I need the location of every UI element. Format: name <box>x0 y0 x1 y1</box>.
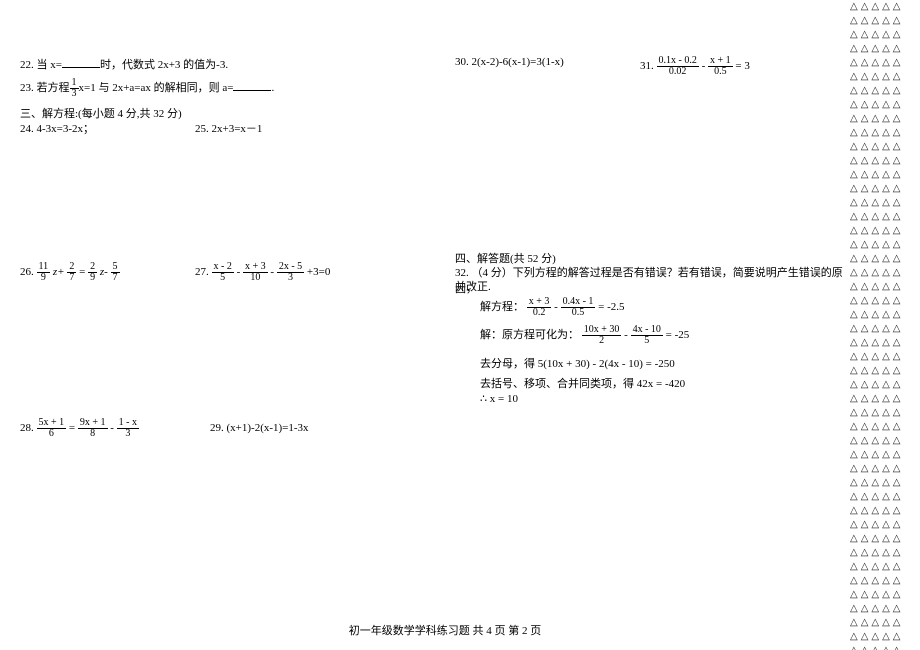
side-triangle-marks: △△△△△△△△△△△△△△△△△△△△△△△△△△△△△△△△△△△△△△△△… <box>850 0 920 650</box>
q28-f1: 5x + 16 <box>37 418 67 439</box>
q22-prefix: 22. 当 x= <box>20 59 62 71</box>
q26-f2: 27 <box>67 262 76 283</box>
q28-f2: 9x + 18 <box>78 418 108 439</box>
q27-f3: 2x - 53 <box>277 262 304 283</box>
q24: 24. 4-3x=3-2x； <box>20 120 94 136</box>
q27: 27. x - 25 - x + 310 - 2x - 53 +3=0 <box>195 262 330 283</box>
q31-f2: x + 10.5 <box>708 56 733 77</box>
q26-z2: z- <box>100 266 108 278</box>
q26-f1: 119 <box>37 262 51 283</box>
q29: 29. (x+1)-2(x-1)=1-3x <box>210 422 309 434</box>
q32-header2: 并改正. <box>455 278 491 294</box>
q22-blank <box>62 57 100 68</box>
q23-prefix: 23. 若方程 <box>20 82 70 94</box>
q27-f2: x + 310 <box>243 262 268 283</box>
q22: 22. 当 x= 时，代数式 2x+3 的值为-3. <box>20 56 228 72</box>
q27-end: +3=0 <box>307 266 330 278</box>
q32-l2-end: = -25 <box>666 329 690 341</box>
q23-blank <box>233 80 271 91</box>
q26-f3: 29 <box>88 262 97 283</box>
q32-line5: ∴ x = 10 <box>480 392 518 405</box>
q32-l1-pre: 解方程： <box>480 301 524 313</box>
q32-l2-pre: 解：原方程可化为： <box>480 329 579 341</box>
q32-l1-f1: x + 30.2 <box>527 297 552 318</box>
q28-eq: = <box>69 422 75 434</box>
q25: 25. 2x+3=x－1 <box>195 120 262 136</box>
q31: 31. 0.1x - 0.20.02 - x + 10.5 = 3 <box>640 56 750 77</box>
q31-m: - <box>702 60 706 72</box>
q32-l1-end: = -2.5 <box>598 301 624 313</box>
q32-header: 32. （4 分）下列方程的解答过程是否有错误？若有错误，简要说明产生错误的原因… <box>455 264 850 296</box>
q32-line3: 去分母，得 5(10x + 30) - 2(4x - 10) = -250 <box>480 355 675 371</box>
q26-z: z+ <box>53 266 65 278</box>
q28: 28. 5x + 16 = 9x + 18 - 1 - x3 <box>20 418 139 439</box>
q23-mid: x=1 与 2x+a=ax 的解相同，则 a= <box>79 82 234 94</box>
q31-end: = 3 <box>735 60 749 72</box>
q27-m2: - <box>270 266 274 278</box>
q31-no: 31. <box>640 60 654 72</box>
q30: 30. 2(x-2)-6(x-1)=3(1-x) <box>455 56 564 68</box>
q28-no: 28. <box>20 422 34 434</box>
q27-f1: x - 25 <box>212 262 234 283</box>
q22-suffix: 时，代数式 2x+3 的值为-3. <box>100 59 228 71</box>
q31-f1: 0.1x - 0.20.02 <box>657 56 699 77</box>
q32-l2-f2: 4x - 105 <box>631 325 663 346</box>
q28-f3: 1 - x3 <box>117 418 139 439</box>
q27-m1: - <box>237 266 241 278</box>
q32-l1-f2: 0.4x - 10.5 <box>561 297 596 318</box>
q26-no: 26. <box>20 266 34 278</box>
q26: 26. 119 z+ 27 = 29 z- 57 <box>20 262 120 283</box>
q32-line1: 解方程： x + 30.2 - 0.4x - 10.5 = -2.5 <box>480 297 625 318</box>
q27-no: 27. <box>195 266 209 278</box>
page-footer: 初一年级数学学科练习题 共 4 页 第 2 页 <box>20 622 870 638</box>
section3-header: 三、解方程:(每小题 4 分,共 32 分) <box>20 105 182 121</box>
q28-m: - <box>110 422 114 434</box>
q23-end: . <box>271 82 274 94</box>
q32-line4: 去括号、移项、合并同类项，得 42x = -420 <box>480 375 685 391</box>
q26-eq: = <box>79 266 85 278</box>
q32-l2-f1: 10x + 302 <box>582 325 622 346</box>
q26-f4: 57 <box>111 262 120 283</box>
q23-frac: 13 <box>70 78 79 99</box>
q32-line2: 解：原方程可化为： 10x + 302 - 4x - 105 = -25 <box>480 325 689 346</box>
q23: 23. 若方程13x=1 与 2x+a=ax 的解相同，则 a=. <box>20 78 274 99</box>
